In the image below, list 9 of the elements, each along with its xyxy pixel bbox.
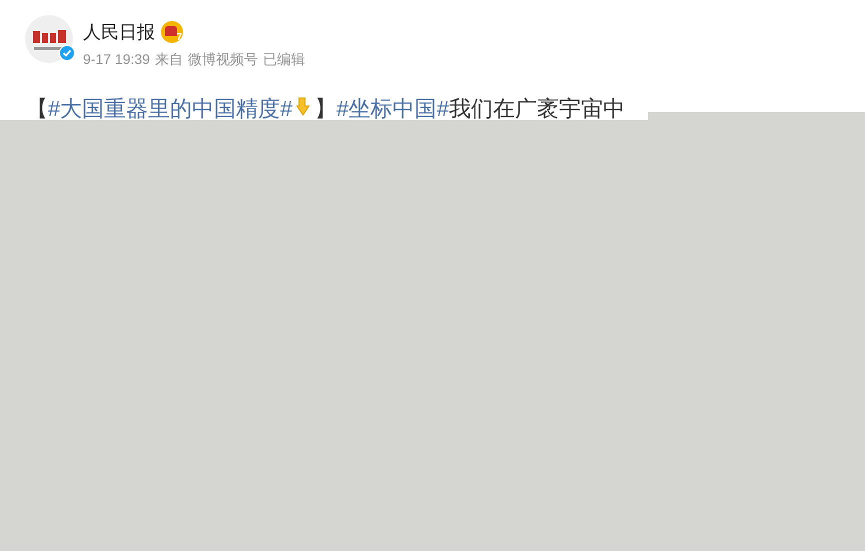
hashtag-link[interactable]: #大国重器里的中国精度# bbox=[48, 96, 292, 121]
author-name[interactable]: 人民日报 bbox=[83, 18, 155, 46]
post-text: 【#大国重器里的中国精度# 】#坐标中国#我们在广袤宇宙中 bbox=[25, 95, 626, 123]
post-time[interactable]: 9-17 19:39 bbox=[83, 49, 150, 70]
crown-badge: 7 bbox=[161, 21, 183, 43]
hashtag-link[interactable]: #坐标中国# bbox=[336, 96, 449, 121]
edited-label: 已编辑 bbox=[262, 50, 305, 69]
source-link[interactable]: 微博视频号 bbox=[188, 49, 258, 70]
source-label: 来自 bbox=[154, 50, 183, 69]
